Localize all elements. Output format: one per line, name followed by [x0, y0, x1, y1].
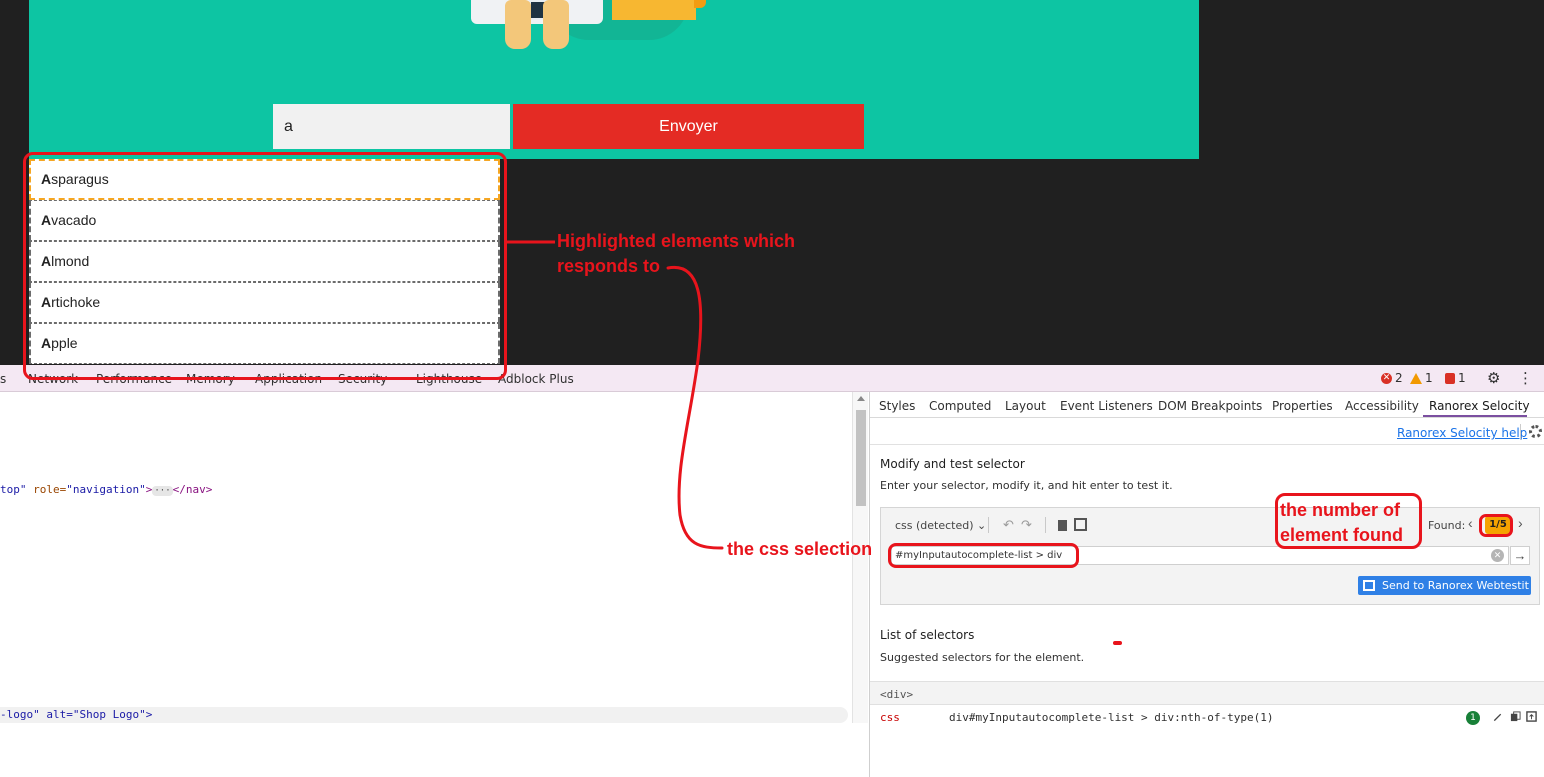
selector-value: div#myInputautocomplete-list > div:nth-o…	[949, 711, 1274, 724]
selector-row[interactable]: css div#myInputautocomplete-list > div:n…	[870, 708, 1544, 726]
tab-dom-breakpoints[interactable]: DOM Breakpoints	[1158, 399, 1262, 413]
warnings-count: 1	[1425, 371, 1433, 385]
selector-list-header: <div>	[870, 681, 1544, 705]
send-to-webtestit-icon[interactable]	[1526, 711, 1537, 722]
tab-styles[interactable]: Styles	[879, 399, 915, 413]
code-line-logo[interactable]: -logo" alt="Shop Logo">	[0, 708, 152, 721]
redo-icon[interactable]: ↷	[1021, 517, 1032, 533]
settings-gear-icon[interactable]: ⚙	[1487, 369, 1500, 387]
toolbar-divider	[1045, 517, 1046, 533]
send-button[interactable]: Envoyer	[513, 104, 864, 149]
annotation-found-line1: the number of	[1280, 500, 1400, 520]
nav-open-close: >	[145, 483, 153, 496]
chevron-down-icon: ⌄	[977, 519, 987, 532]
highlight-annotation-box	[23, 152, 507, 380]
illustration-box	[612, 0, 696, 20]
gear-icon[interactable]	[1529, 425, 1542, 438]
issues-counter[interactable]: 1	[1445, 371, 1466, 385]
selector-kind: css	[880, 711, 900, 724]
nav-attr-value: "navigation"	[66, 483, 146, 496]
nav-attr-name: role=	[26, 483, 67, 496]
side-tab-bar: Styles Computed Layout Event Listeners D…	[870, 392, 1544, 418]
annotation-highlight-line1: Highlighted elements which	[557, 231, 796, 251]
code-line-nav[interactable]: top" role="navigation"> ··· </nav>	[0, 483, 212, 496]
copy-icon[interactable]	[1510, 711, 1521, 722]
toolbar-divider	[988, 517, 989, 533]
illustration-hand-right	[543, 0, 569, 49]
issues-icon	[1445, 372, 1455, 384]
divider	[1520, 424, 1521, 440]
found-badge-annotation-box	[1479, 514, 1513, 537]
tab-accessibility[interactable]: Accessibility	[1345, 399, 1419, 413]
search-input[interactable]	[273, 104, 510, 149]
arrow-right-icon[interactable]: →	[1510, 546, 1530, 565]
help-row: Ranorex Selocity help	[870, 419, 1544, 445]
selector-type-label: css (detected)	[895, 519, 974, 532]
scroll-thumb[interactable]	[856, 410, 866, 506]
issues-count: 1	[1458, 371, 1466, 385]
annotation-found-line2: element found	[1280, 525, 1404, 545]
tab-event-listeners[interactable]: Event Listeners	[1060, 399, 1153, 413]
modify-selector-title: Modify and test selector	[880, 457, 1025, 471]
errors-count: 2	[1395, 371, 1403, 385]
warnings-counter[interactable]: 1	[1410, 371, 1433, 385]
webtestit-icon	[1363, 580, 1375, 591]
errors-counter[interactable]: ✕ 2	[1381, 371, 1403, 385]
error-icon: ✕	[1381, 372, 1392, 384]
annotation-css-selection: the css selection	[727, 539, 873, 559]
tab-ranorex-selocity[interactable]: Ranorex Selocity	[1429, 399, 1530, 413]
css-selection-annotation-box	[888, 543, 1079, 568]
more-options-icon[interactable]: ⋮	[1518, 369, 1533, 387]
tab-adblock-plus[interactable]: Adblock Plus	[498, 372, 574, 386]
send-to-webtestit-button[interactable]: Send to Ranorex Webtestit	[1358, 576, 1531, 595]
element-tag: <div>	[880, 688, 914, 701]
previous-match-icon[interactable]: ‹	[1468, 515, 1473, 531]
nav-attr-fragment: top"	[0, 483, 27, 496]
active-tab-indicator	[1423, 415, 1527, 417]
tab-layout[interactable]: Layout	[1005, 399, 1046, 413]
tab-sources[interactable]: s	[0, 372, 6, 386]
annotation-highlight-line2: responds to	[557, 256, 661, 276]
tab-computed[interactable]: Computed	[929, 399, 991, 413]
collapsed-ellipsis-icon[interactable]: ···	[152, 486, 173, 496]
modify-selector-subtitle: Enter your selector, modify it, and hit …	[880, 479, 1173, 492]
send-to-webtestit-icon[interactable]	[1074, 518, 1087, 531]
illustration-hand-left	[505, 0, 531, 49]
warning-icon	[1410, 372, 1422, 384]
list-of-selectors-subtitle: Suggested selectors for the element.	[880, 651, 1085, 664]
scroll-up-icon[interactable]	[857, 396, 865, 401]
selector-type-dropdown[interactable]: css (detected) ⌄	[895, 519, 986, 532]
edit-pencil-icon[interactable]	[1492, 711, 1503, 722]
side-pane: Styles Computed Layout Event Listeners D…	[869, 392, 1544, 777]
undo-icon[interactable]: ↶	[1003, 517, 1014, 533]
match-count-badge: 1	[1466, 711, 1480, 725]
next-match-icon[interactable]: ›	[1518, 515, 1523, 531]
found-label: Found:	[1428, 519, 1466, 532]
clear-icon[interactable]: ✕	[1491, 549, 1504, 562]
tab-properties[interactable]: Properties	[1272, 399, 1333, 413]
list-of-selectors-title: List of selectors	[880, 628, 975, 642]
selocity-help-link[interactable]: Ranorex Selocity help	[1397, 426, 1527, 440]
nav-close-tag: </nav>	[172, 483, 213, 496]
copy-icon[interactable]	[1058, 520, 1067, 531]
illustration-box-corner	[694, 0, 706, 8]
